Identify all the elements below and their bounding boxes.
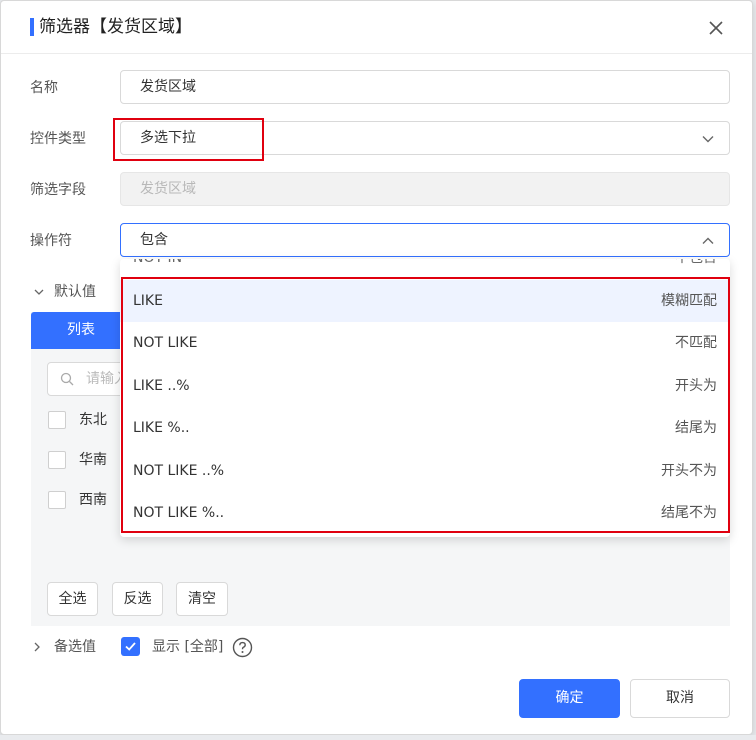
option-desc: 模糊匹配	[661, 293, 717, 309]
dialog-header: 筛选器【发货区域】	[1, 1, 752, 54]
option-desc: 结尾为	[675, 420, 717, 436]
option-label: LIKE %..	[133, 420, 190, 436]
operator-label: 操作符	[30, 233, 72, 249]
invert-button[interactable]: 反选	[112, 582, 163, 616]
option-desc: 不包含	[675, 259, 717, 279]
option-label: NOT IN	[133, 259, 182, 279]
show-all-label: 显示 [全部]	[152, 639, 224, 655]
option-label: NOT LIKE %..	[133, 505, 225, 521]
option-label: LIKE ..%	[133, 378, 190, 394]
option-desc: 开头为	[675, 378, 717, 394]
checkbox-dongbei[interactable]	[48, 411, 66, 429]
option-label: NOT LIKE ..%	[133, 463, 225, 479]
help-icon[interactable]	[232, 637, 253, 658]
chevron-right-icon[interactable]	[31, 641, 43, 653]
select-all-button[interactable]: 全选	[47, 582, 98, 616]
cancel-button[interactable]: 取消	[630, 679, 730, 718]
show-all-checkbox[interactable]	[121, 637, 140, 656]
chevron-down-icon[interactable]	[33, 286, 45, 298]
tab-list[interactable]: 列表	[31, 312, 131, 349]
filter-field-input: 发货区域	[120, 172, 730, 206]
check-icon	[125, 642, 136, 651]
search-icon	[60, 372, 74, 386]
dropdown-option-like-suffix[interactable]: LIKE %.. 结尾为	[120, 407, 730, 449]
control-type-value: 多选下拉	[140, 130, 196, 146]
dropdown-option-like-prefix[interactable]: LIKE ..% 开头为	[120, 365, 730, 407]
candidate-value-label[interactable]: 备选值	[54, 637, 96, 657]
option-desc: 结尾不为	[661, 505, 717, 521]
control-type-label: 控件类型	[30, 131, 86, 147]
dropdown-option-not-like[interactable]: NOT LIKE 不匹配	[120, 322, 730, 364]
background-strip	[0, 735, 756, 740]
dropdown-option-not-like-suffix[interactable]: NOT LIKE %.. 结尾不为	[120, 492, 730, 534]
filter-field-label: 筛选字段	[30, 182, 86, 198]
operator-value: 包含	[140, 232, 168, 248]
option-desc: 不匹配	[675, 335, 717, 351]
name-label: 名称	[30, 80, 58, 96]
operator-dropdown: NOT IN 不包含 LIKE 模糊匹配 NOT LIKE 不匹配 LIKE .…	[120, 259, 730, 537]
control-type-select[interactable]: 多选下拉	[120, 121, 730, 155]
title-accent-bar	[30, 18, 34, 36]
close-icon[interactable]	[706, 18, 726, 38]
dropdown-option-like[interactable]: LIKE 模糊匹配	[120, 280, 730, 322]
default-value-label[interactable]: 默认值	[54, 282, 96, 302]
name-input[interactable]: 发货区域	[120, 70, 730, 104]
list-item: 东北	[79, 412, 107, 428]
checkbox-xinan[interactable]	[48, 491, 66, 509]
confirm-button[interactable]: 确定	[519, 679, 620, 718]
chevron-up-icon	[702, 237, 714, 244]
option-label: NOT LIKE	[133, 335, 198, 351]
clear-button[interactable]: 清空	[176, 582, 228, 616]
checkbox-huanan[interactable]	[48, 451, 66, 469]
chevron-down-icon	[702, 136, 714, 143]
option-label: LIKE	[133, 293, 163, 309]
list-item: 华南	[79, 452, 107, 468]
dropdown-option-not-in[interactable]: NOT IN 不包含	[120, 259, 730, 279]
operator-select[interactable]: 包含	[120, 223, 730, 257]
list-item: 西南	[79, 492, 107, 508]
dialog-title: 筛选器【发货区域】	[39, 17, 192, 37]
filter-dialog: 筛选器【发货区域】 名称 发货区域 控件类型 多选下拉 筛选字段 发货区域 操作…	[0, 0, 753, 735]
option-desc: 开头不为	[661, 463, 717, 479]
dropdown-option-not-like-prefix[interactable]: NOT LIKE ..% 开头不为	[120, 450, 730, 492]
